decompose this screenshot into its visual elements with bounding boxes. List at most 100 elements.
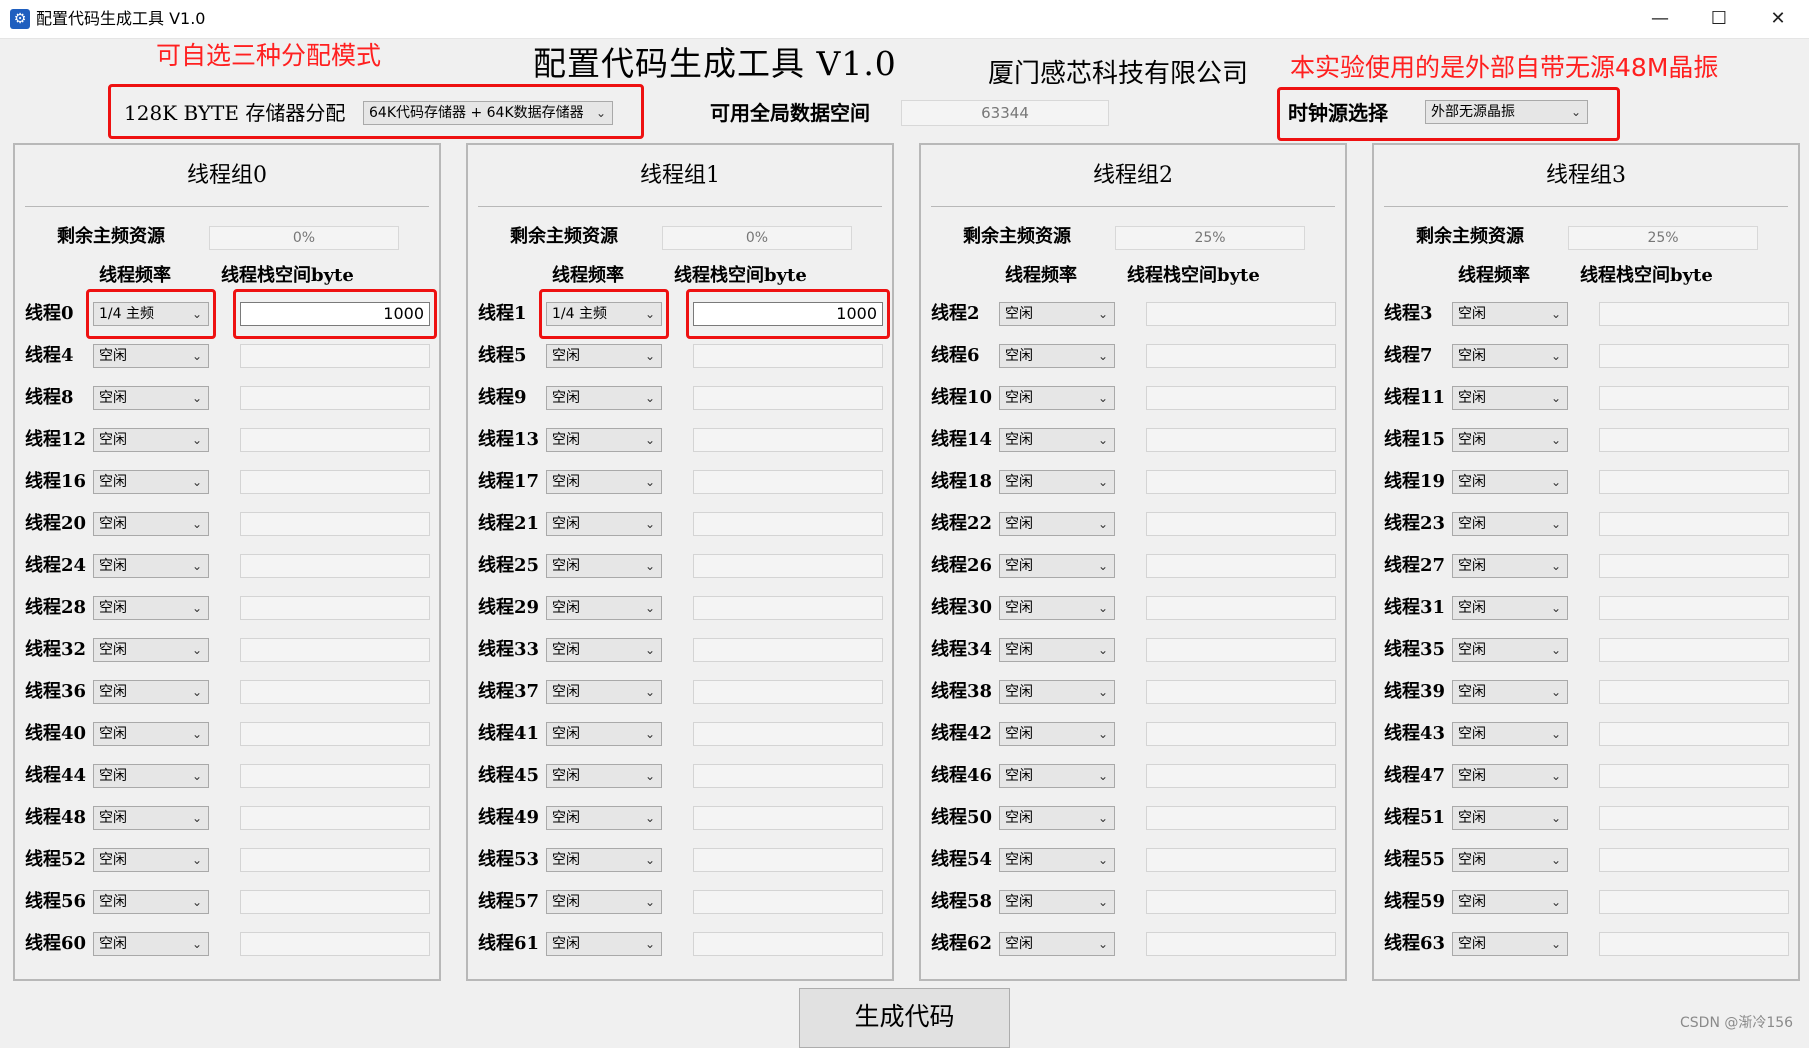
thread-stack-input[interactable]: [693, 764, 883, 788]
thread-stack-input[interactable]: [693, 722, 883, 746]
thread-stack-input[interactable]: [693, 386, 883, 410]
thread-stack-input[interactable]: [1599, 386, 1789, 410]
thread-freq-select[interactable]: 空闲 ⌄: [93, 722, 209, 746]
thread-freq-select[interactable]: 空闲 ⌄: [546, 722, 662, 746]
thread-freq-select[interactable]: 空闲 ⌄: [93, 470, 209, 494]
thread-freq-select[interactable]: 空闲 ⌄: [1452, 890, 1568, 914]
thread-freq-select[interactable]: 空闲 ⌄: [999, 302, 1115, 326]
maximize-button[interactable]: ☐: [1690, 0, 1748, 38]
thread-freq-select[interactable]: 空闲 ⌄: [546, 890, 662, 914]
thread-stack-input[interactable]: [1146, 932, 1336, 956]
thread-freq-select[interactable]: 空闲 ⌄: [1452, 302, 1568, 326]
thread-freq-select[interactable]: 空闲 ⌄: [999, 428, 1115, 452]
thread-freq-select[interactable]: 空闲 ⌄: [1452, 848, 1568, 872]
thread-stack-input[interactable]: [693, 428, 883, 452]
thread-stack-input[interactable]: [240, 638, 430, 662]
thread-stack-input[interactable]: [1599, 722, 1789, 746]
thread-stack-input[interactable]: [693, 512, 883, 536]
thread-stack-input[interactable]: [1599, 764, 1789, 788]
close-button[interactable]: ✕: [1749, 0, 1807, 38]
thread-freq-select[interactable]: 空闲 ⌄: [93, 554, 209, 578]
thread-freq-select[interactable]: 空闲 ⌄: [1452, 764, 1568, 788]
thread-stack-input[interactable]: [240, 470, 430, 494]
thread-freq-select[interactable]: 空闲 ⌄: [999, 344, 1115, 368]
thread-freq-select[interactable]: 空闲 ⌄: [546, 848, 662, 872]
thread-stack-input[interactable]: [693, 554, 883, 578]
thread-freq-select[interactable]: 空闲 ⌄: [1452, 470, 1568, 494]
thread-freq-select[interactable]: 空闲 ⌄: [546, 638, 662, 662]
thread-freq-select[interactable]: 空闲 ⌄: [546, 428, 662, 452]
thread-stack-input[interactable]: [1146, 638, 1336, 662]
thread-freq-select[interactable]: 空闲 ⌄: [93, 638, 209, 662]
thread-freq-select[interactable]: 空闲 ⌄: [1452, 386, 1568, 410]
thread-freq-select[interactable]: 空闲 ⌄: [999, 722, 1115, 746]
thread-stack-input[interactable]: [1599, 512, 1789, 536]
thread-freq-select[interactable]: 空闲 ⌄: [1452, 722, 1568, 746]
thread-stack-input[interactable]: [1599, 302, 1789, 326]
minimize-button[interactable]: —: [1631, 0, 1689, 38]
thread-freq-select[interactable]: 空闲 ⌄: [1452, 638, 1568, 662]
thread-stack-input[interactable]: [1599, 806, 1789, 830]
thread-freq-select[interactable]: 空闲 ⌄: [93, 386, 209, 410]
thread-freq-select[interactable]: 空闲 ⌄: [999, 848, 1115, 872]
thread-stack-input[interactable]: [1146, 302, 1336, 326]
thread-freq-select[interactable]: 空闲 ⌄: [93, 344, 209, 368]
thread-freq-select[interactable]: 空闲 ⌄: [546, 512, 662, 536]
thread-stack-input[interactable]: [693, 596, 883, 620]
thread-stack-input[interactable]: [693, 680, 883, 704]
thread-freq-select[interactable]: 空闲 ⌄: [546, 680, 662, 704]
thread-stack-input[interactable]: [240, 890, 430, 914]
thread-freq-select[interactable]: 空闲 ⌄: [1452, 512, 1568, 536]
thread-freq-select[interactable]: 空闲 ⌄: [93, 680, 209, 704]
thread-stack-input[interactable]: [1146, 344, 1336, 368]
thread-freq-select[interactable]: 空闲 ⌄: [999, 932, 1115, 956]
thread-freq-select[interactable]: 空闲 ⌄: [999, 386, 1115, 410]
thread-freq-select[interactable]: 空闲 ⌄: [546, 596, 662, 620]
thread-freq-select[interactable]: 空闲 ⌄: [93, 806, 209, 830]
thread-freq-select[interactable]: 空闲 ⌄: [1452, 428, 1568, 452]
thread-stack-input[interactable]: [240, 428, 430, 452]
thread-stack-input[interactable]: [240, 596, 430, 620]
thread-freq-select[interactable]: 空闲 ⌄: [546, 764, 662, 788]
thread-stack-input[interactable]: [1146, 386, 1336, 410]
thread-freq-select[interactable]: 空闲 ⌄: [1452, 806, 1568, 830]
thread-stack-input[interactable]: [693, 344, 883, 368]
thread-stack-input[interactable]: [1146, 680, 1336, 704]
thread-freq-select[interactable]: 空闲 ⌄: [1452, 344, 1568, 368]
thread-stack-input[interactable]: [1599, 638, 1789, 662]
thread-stack-input[interactable]: [240, 722, 430, 746]
thread-freq-select[interactable]: 空闲 ⌄: [999, 596, 1115, 620]
generate-code-button[interactable]: 生成代码: [799, 988, 1010, 1048]
thread-stack-input[interactable]: [1599, 470, 1789, 494]
thread-freq-select[interactable]: 空闲 ⌄: [999, 764, 1115, 788]
thread-stack-input[interactable]: [693, 806, 883, 830]
thread-freq-select[interactable]: 空闲 ⌄: [93, 764, 209, 788]
thread-stack-input[interactable]: [240, 512, 430, 536]
thread-stack-input[interactable]: [1146, 428, 1336, 452]
thread-stack-input[interactable]: [240, 806, 430, 830]
thread-freq-select[interactable]: 空闲 ⌄: [93, 932, 209, 956]
thread-freq-select[interactable]: 空闲 ⌄: [1452, 596, 1568, 620]
thread-stack-input[interactable]: [240, 344, 430, 368]
thread-freq-select[interactable]: 空闲 ⌄: [999, 554, 1115, 578]
thread-freq-select[interactable]: 空闲 ⌄: [999, 512, 1115, 536]
thread-freq-select[interactable]: 空闲 ⌄: [546, 344, 662, 368]
thread-stack-input[interactable]: [693, 848, 883, 872]
thread-stack-input[interactable]: [240, 932, 430, 956]
thread-freq-select[interactable]: 空闲 ⌄: [1452, 932, 1568, 956]
thread-freq-select[interactable]: 空闲 ⌄: [1452, 554, 1568, 578]
thread-freq-select[interactable]: 空闲 ⌄: [546, 932, 662, 956]
thread-stack-input[interactable]: [693, 638, 883, 662]
thread-stack-input[interactable]: [1146, 596, 1336, 620]
thread-stack-input[interactable]: [240, 764, 430, 788]
thread-freq-select[interactable]: 空闲 ⌄: [93, 512, 209, 536]
thread-stack-input[interactable]: [1146, 890, 1336, 914]
thread-stack-input[interactable]: [1146, 722, 1336, 746]
thread-stack-input[interactable]: [240, 554, 430, 578]
thread-stack-input[interactable]: [1599, 890, 1789, 914]
thread-stack-input[interactable]: [240, 680, 430, 704]
thread-stack-input[interactable]: [1599, 596, 1789, 620]
thread-stack-input[interactable]: [693, 890, 883, 914]
thread-stack-input[interactable]: [240, 848, 430, 872]
thread-stack-input[interactable]: [1146, 512, 1336, 536]
